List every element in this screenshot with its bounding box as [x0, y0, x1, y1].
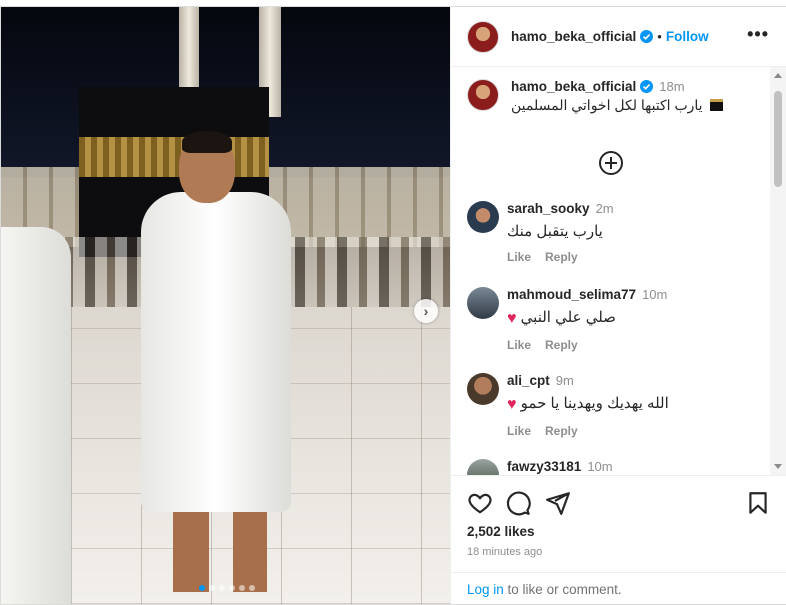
post-photo[interactable]: ›	[1, 7, 450, 604]
login-prompt-text: to like or comment.	[503, 582, 622, 597]
photo-foreground-figure	[1, 227, 71, 604]
comment-username[interactable]: fawzy33181	[507, 459, 581, 474]
kaaba-emoji-icon	[710, 99, 724, 111]
carousel-next-button[interactable]: ›	[414, 299, 438, 323]
caption-username[interactable]: hamo_beka_official	[511, 79, 636, 94]
comment-text-content: الله يهديك ويهدينا يا حمو	[520, 395, 669, 412]
comment-item: ali_cpt 9m ♥ الله يهديك ويهدينا يا حمو Li…	[467, 373, 669, 438]
commenter-avatar[interactable]	[467, 459, 499, 475]
caption-avatar[interactable]	[467, 79, 499, 111]
comment-reply-button[interactable]: Reply	[545, 250, 578, 264]
comment-text: يارب يتقبل منك	[507, 223, 603, 240]
share-send-icon[interactable]	[545, 490, 571, 516]
verified-badge-icon	[640, 80, 654, 93]
carousel-dot	[219, 585, 225, 591]
post-timestamp[interactable]: 18 minutes ago	[467, 546, 542, 558]
commenter-avatar[interactable]	[467, 373, 499, 405]
comment-item: sarah_sooky 2m يارب يتقبل منك Like Reply	[467, 201, 614, 264]
caption-text: يارب اكتبها لكل اخواتي المسلمين	[511, 97, 724, 114]
comment-text-content: صلي علي النبي	[520, 309, 616, 326]
comment-time: 2m	[595, 201, 614, 216]
post-action-bar	[467, 490, 773, 518]
login-prompt: Log in to like or comment.	[451, 572, 786, 605]
comment-reply-button[interactable]: Reply	[545, 338, 578, 352]
carousel-dots	[199, 585, 255, 591]
like-heart-icon[interactable]	[467, 490, 493, 516]
comment-like-button[interactable]: Like	[507, 424, 531, 438]
likes-count[interactable]: 2,502 likes	[467, 524, 535, 539]
carousel-dot	[229, 585, 235, 591]
more-options-icon[interactable]: •••	[747, 25, 769, 43]
header-separator: •	[657, 29, 662, 44]
comment-text: ♥ الله يهديك ويهدينا يا حمو	[507, 394, 669, 414]
comment-username[interactable]: mahmoud_selima77	[507, 287, 636, 302]
comment-time: 9m	[555, 373, 574, 388]
scrollbar-thumb[interactable]	[774, 91, 782, 187]
photo-person-ihram	[141, 192, 291, 512]
commenter-avatar[interactable]	[467, 287, 499, 319]
carousel-dot	[209, 585, 215, 591]
comment-bubble-icon[interactable]	[505, 490, 531, 516]
scroll-down-arrow-icon[interactable]	[774, 464, 782, 469]
load-more-comments-button[interactable]	[599, 151, 623, 175]
photo-minaret	[179, 7, 199, 97]
comment-item: fawzy33181 10m	[467, 459, 613, 475]
carousel-dot	[199, 585, 205, 591]
comment-like-button[interactable]: Like	[507, 250, 531, 264]
heart-emoji-icon: ♥	[507, 310, 517, 327]
post-footer: 2,502 likes 18 minutes ago Log in to lik…	[451, 475, 786, 604]
caption-text-content: يارب اكتبها لكل اخواتي المسلمين	[511, 97, 703, 113]
comment-item: mahmoud_selima77 10m ♥ صلي علي النبي Like…	[467, 287, 667, 352]
comment-username[interactable]: sarah_sooky	[507, 201, 590, 216]
comment-text: ♥ صلي علي النبي	[507, 308, 667, 328]
post-details-panel: hamo_beka_official • Follow ••• hamo_bek…	[450, 7, 786, 604]
photo-person-legs	[169, 502, 269, 592]
comment-like-button[interactable]: Like	[507, 338, 531, 352]
save-bookmark-icon[interactable]	[745, 490, 771, 516]
comments-scrollbar[interactable]	[770, 67, 786, 475]
follow-button[interactable]: Follow	[666, 29, 709, 44]
scroll-up-arrow-icon[interactable]	[774, 73, 782, 78]
comment-username[interactable]: ali_cpt	[507, 373, 550, 388]
comment-time: 10m	[587, 459, 613, 474]
chevron-right-icon: ›	[423, 303, 429, 319]
carousel-dot	[239, 585, 245, 591]
author-username[interactable]: hamo_beka_official	[511, 29, 636, 44]
comment-time: 10m	[642, 287, 668, 302]
post-modal: › hamo_beka_official • Follow ••• hamo_b…	[0, 6, 786, 605]
comments-list[interactable]: hamo_beka_official 18m يارب اكتبها لكل اخ…	[451, 67, 771, 475]
photo-kaaba-band	[79, 137, 269, 177]
login-link[interactable]: Log in	[467, 582, 504, 597]
photo-person-hair	[182, 131, 232, 153]
post-header: hamo_beka_official • Follow •••	[451, 7, 786, 67]
heart-emoji-icon: ♥	[507, 396, 517, 413]
commenter-avatar[interactable]	[467, 201, 499, 233]
verified-badge-icon	[640, 30, 654, 43]
comment-reply-button[interactable]: Reply	[545, 424, 578, 438]
caption-time: 18m	[659, 79, 685, 94]
author-avatar[interactable]	[467, 20, 499, 53]
post-caption: hamo_beka_official 18m يارب اكتبها لكل اخ…	[467, 79, 724, 114]
carousel-dot	[249, 585, 255, 591]
